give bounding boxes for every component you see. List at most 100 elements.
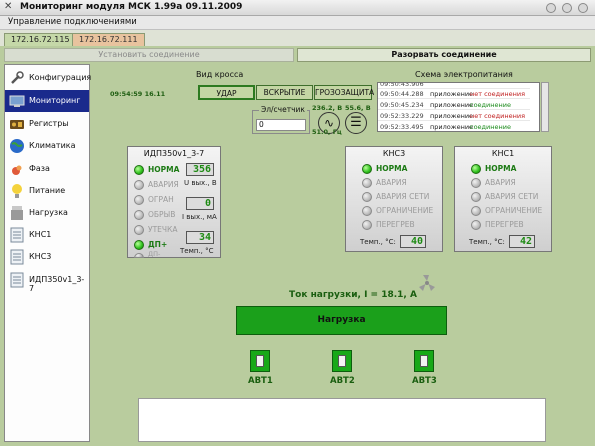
- breaker-2[interactable]: [332, 350, 352, 372]
- log-source: приложение: [430, 112, 474, 120]
- message-area[interactable]: [138, 398, 546, 442]
- sidebar-item-load[interactable]: Нагрузка: [5, 202, 89, 224]
- load-icon: [11, 206, 23, 220]
- event-log[interactable]: 09:50:43.906 09:50:44.288 приложение нет…: [377, 82, 540, 132]
- menu-connection-management[interactable]: Управление подключениями: [8, 17, 137, 27]
- lightning-protection-indicator[interactable]: ГРОЗОЗАЩИТА: [314, 85, 374, 100]
- phase-icon: [12, 165, 22, 175]
- led-label: НОРМА: [485, 164, 517, 173]
- breaker-switch: [338, 355, 346, 367]
- led-label: ДП+: [148, 240, 168, 249]
- globe-icon: [10, 139, 24, 153]
- sidebar-item-phase[interactable]: Фаза: [5, 158, 89, 180]
- window-title: Мониторинг модуля МСК 1.99а 09.11.2009: [20, 2, 243, 12]
- dc-voltage-readout: 55.6, В: [345, 104, 371, 112]
- disconnect-button[interactable]: Разорвать соединение: [297, 48, 591, 62]
- sidebar-item-label: КНС1: [29, 230, 52, 239]
- led-overheat: [362, 220, 372, 230]
- timestamp: 09:54:59 16.11: [110, 90, 166, 98]
- led-limit: [134, 195, 144, 205]
- log-status: соединение: [470, 101, 511, 109]
- log-row: 09:50:44.288 приложение нет соединения: [378, 89, 530, 99]
- sidebar-item-label: Питание: [29, 186, 66, 195]
- close-button[interactable]: [578, 3, 588, 13]
- bulb-icon: [12, 184, 22, 198]
- led-label: АВАРИЯ: [485, 178, 516, 187]
- sidebar: Конфигурация Мониторинг Регистры Климати…: [4, 64, 92, 442]
- energy-counter-field[interactable]: 0: [256, 119, 306, 131]
- i-out-display: 0: [186, 197, 214, 210]
- led-label: ОГРАНИЧЕНИЕ: [485, 206, 543, 215]
- maximize-button[interactable]: [562, 3, 572, 13]
- led-alarm: [362, 178, 372, 188]
- sidebar-item-kns3[interactable]: КНС3: [5, 246, 89, 268]
- i-out-label: I вых., мА: [182, 213, 217, 221]
- led-label: АВАРИЯ СЕТИ: [485, 192, 539, 201]
- sidebar-item-monitoring[interactable]: Мониторинг: [5, 90, 89, 112]
- registers-icon: [10, 120, 24, 129]
- breaker-1-label: АВТ1: [248, 376, 273, 386]
- idp-panel: ИДП350v1_3-7 НОРМА АВАРИЯ ОГРАН ОБРЫВ УТ…: [127, 146, 221, 258]
- sidebar-item-label: КНС3: [29, 252, 52, 261]
- energy-counter-group: Эл/счетчик 0: [252, 105, 310, 134]
- log-scrollbar[interactable]: [541, 82, 549, 132]
- led-label: ОГРАНИЧЕНИЕ: [376, 206, 434, 215]
- breaker-2-label: АВТ2: [330, 376, 355, 386]
- breaker-1[interactable]: [250, 350, 270, 372]
- led-label: УТЕЧКА: [148, 225, 178, 234]
- sidebar-item-registers[interactable]: Регистры: [5, 113, 89, 135]
- connect-button[interactable]: Установить соединение: [4, 48, 294, 62]
- document-icon: [10, 249, 24, 265]
- impact-indicator[interactable]: УДАР: [198, 85, 255, 100]
- log-row: 09:52:33.495 приложение соединение: [378, 122, 530, 131]
- led-dp-minus: [134, 253, 144, 258]
- wrench-icon: [11, 71, 24, 84]
- log-status: соединение: [470, 123, 511, 131]
- log-time: 09:50:44.288: [380, 90, 424, 98]
- sidebar-item-power[interactable]: Питание: [5, 180, 89, 202]
- led-norma: [362, 164, 372, 174]
- u-out-label: U вых., В: [184, 179, 217, 187]
- u-out-display: 356: [186, 163, 214, 176]
- opening-indicator[interactable]: ВСКРЫТИЕ: [256, 85, 313, 100]
- kns3-temp-label: Темп., °С:: [360, 238, 396, 246]
- sidebar-item-label: ИДП350v1_3-7: [29, 275, 85, 293]
- led-label: ОБРЫВ: [148, 210, 176, 219]
- sidebar-item-label: Нагрузка: [29, 208, 68, 217]
- document-icon: [10, 227, 24, 243]
- log-time: 09:50:43.906: [380, 82, 424, 88]
- log-time: 09:50:45.234: [380, 101, 424, 109]
- sidebar-item-idp[interactable]: ИДП350v1_3-7: [5, 269, 89, 293]
- led-label: НОРМА: [376, 164, 408, 173]
- idp-panel-title: ИДП350v1_3-7: [143, 149, 205, 158]
- app-close-icon[interactable]: ✕: [4, 1, 12, 12]
- monitor-icon: [9, 95, 25, 107]
- frequency-readout: 51.0, Гц: [312, 128, 342, 136]
- tab-host-1[interactable]: 172.16.72.115: [4, 33, 77, 46]
- minimize-button[interactable]: [546, 3, 556, 13]
- log-row-partial: 09:50:43.906: [378, 82, 530, 89]
- led-label: ОГРАН: [148, 195, 174, 204]
- led-label: АВАРИЯ: [148, 180, 179, 189]
- led-mains-alarm: [362, 192, 372, 202]
- tab-host-2[interactable]: 172.16.72.111: [72, 33, 145, 46]
- fan-icon: [419, 275, 435, 291]
- led-limit: [471, 206, 481, 216]
- breaker-switch: [420, 355, 428, 367]
- breaker-3[interactable]: [414, 350, 434, 372]
- sidebar-item-climate[interactable]: Климатика: [5, 135, 89, 157]
- log-time: 09:52:33.229: [380, 112, 424, 120]
- sidebar-item-kns1[interactable]: КНС1: [5, 224, 89, 246]
- sidebar-item-configuration[interactable]: Конфигурация: [5, 67, 92, 89]
- sidebar-item-label: Конфигурация: [29, 73, 92, 82]
- sidebar-item-label: Регистры: [29, 119, 69, 128]
- led-break: [134, 210, 144, 220]
- kns3-temp-display: 40: [400, 235, 426, 248]
- log-row: 09:52:33.229 приложение нет соединения: [378, 111, 530, 121]
- led-label: ПЕРЕГРЕВ: [485, 220, 524, 229]
- led-norma: [134, 165, 144, 175]
- led-label: НОРМА: [148, 165, 180, 174]
- log-row: 09:50:45.234 приложение соединение: [378, 100, 530, 110]
- voltage-readout: 236.2, В: [312, 104, 343, 112]
- kns3-panel: КНС3 НОРМА АВАРИЯ АВАРИЯ СЕТИ ОГРАНИЧЕНИ…: [345, 146, 443, 252]
